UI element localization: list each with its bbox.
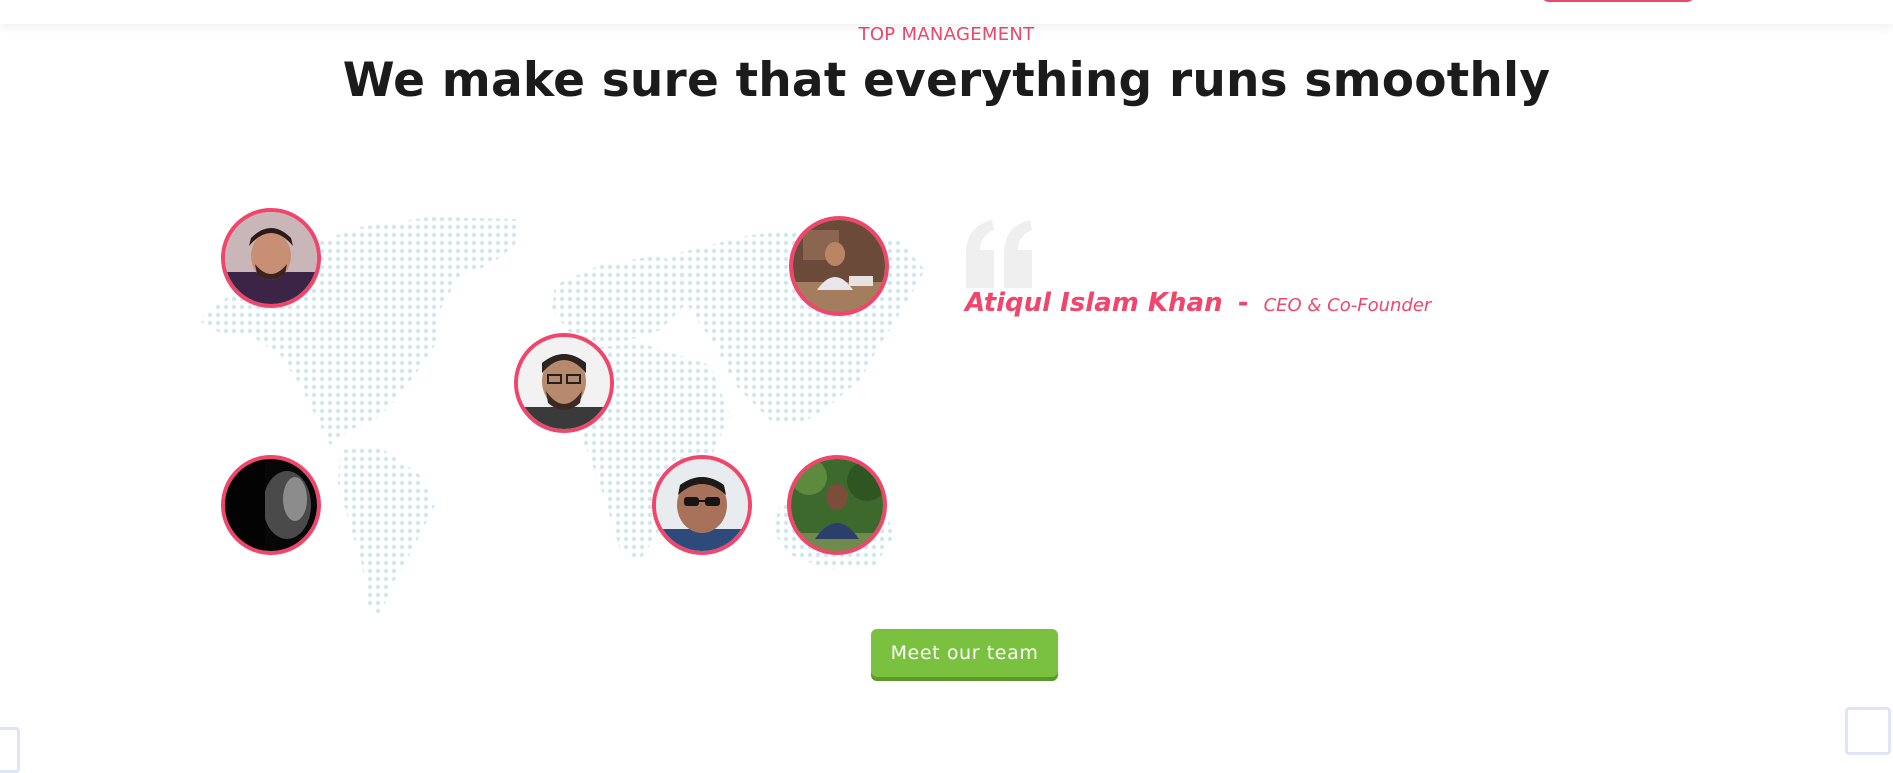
man-in-shadow-photo — [225, 459, 317, 551]
team-member-avatar-3[interactable] — [514, 333, 614, 433]
man-at-desk-photo — [793, 220, 885, 312]
section-headline: We make sure that everything runs smooth… — [342, 53, 1551, 108]
team-member-avatar-6[interactable] — [787, 455, 887, 555]
man-with-glasses-photo — [518, 337, 610, 429]
man-outdoors-photo — [791, 459, 883, 551]
team-member-avatar-2[interactable] — [789, 216, 889, 316]
decorative-square-left — [0, 727, 20, 773]
nav-action-button[interactable] — [1541, 0, 1695, 2]
decorative-square-right — [1845, 707, 1891, 755]
quote-icon — [966, 220, 1032, 288]
man-with-beard-photo — [225, 212, 317, 304]
featured-member-role: CEO & Co-Founder — [1263, 295, 1432, 316]
featured-member-name: Atiqul Islam Khan — [965, 288, 1223, 318]
section-eyebrow: TOP MANAGEMENT — [858, 24, 1035, 45]
featured-member: Atiqul Islam Khan - CEO & Co-Founder — [965, 288, 1431, 318]
meet-our-team-button[interactable]: Meet our team — [871, 629, 1058, 677]
top-navigation-bar — [0, 0, 1893, 24]
name-role-separator: - — [1237, 288, 1249, 318]
man-with-sunglasses-photo — [656, 459, 748, 551]
team-member-avatar-4[interactable] — [221, 455, 321, 555]
team-member-avatar-5[interactable] — [652, 455, 752, 555]
team-member-avatar-1[interactable] — [221, 208, 321, 308]
